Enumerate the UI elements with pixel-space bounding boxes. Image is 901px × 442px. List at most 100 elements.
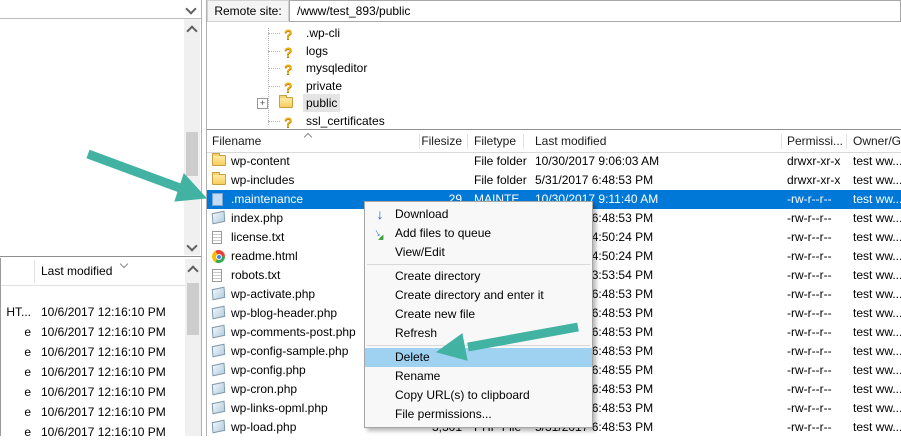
menu-item-file-permissions[interactable]: File permissions... <box>365 405 592 424</box>
permissions-cell: -rw-r--r-- <box>787 342 851 361</box>
permissions-cell: -rw-r--r-- <box>787 228 851 247</box>
menu-item-create-directory[interactable]: Create directory <box>365 267 592 286</box>
column-header-filesize[interactable]: Filesize <box>413 131 462 152</box>
column-divider[interactable] <box>781 134 782 149</box>
file-icon-cell <box>212 193 229 207</box>
menu-item-view-edit[interactable]: View/Edit <box>365 243 592 262</box>
menu-item-label: View/Edit <box>395 243 592 262</box>
tree-item-label[interactable]: logs <box>303 42 331 60</box>
permissions-cell: -rw-r--r-- <box>787 399 851 418</box>
tree-item--wp-cli[interactable]: ?.wp-cli <box>207 24 901 42</box>
local-file-list-pane: Last modified HT... 10/6/2017 12:16:10 PM… <box>0 258 202 436</box>
file-list-header: Filename Filesize Filetype Last modified… <box>207 131 901 153</box>
question-folder-icon: ? <box>284 60 293 78</box>
owner-cell: test ww... <box>853 266 901 285</box>
tree-item-label[interactable]: public <box>303 94 340 112</box>
chevron-up-icon <box>187 265 198 276</box>
column-header-owner-group[interactable]: Owner/G... <box>853 131 901 152</box>
menu-item-add-files-to-queue[interactable]: Add files to queue <box>365 224 592 243</box>
menu-item-download[interactable]: Download <box>365 205 592 224</box>
local-file-row[interactable]: e10/6/2017 12:16:10 PM <box>1 383 171 402</box>
menu-item-refresh[interactable]: Refresh <box>365 324 592 343</box>
file-row-wp-includes[interactable]: wp-includesFile folder5/31/2017 6:48:53 … <box>207 171 901 190</box>
local-file-row[interactable]: e10/6/2017 12:16:10 PM <box>1 403 171 422</box>
last-modified-cell: 10/6/2017 12:16:10 PM <box>41 383 166 402</box>
column-divider[interactable] <box>523 134 524 149</box>
remote-site-path-input[interactable]: /www/test_893/public <box>289 0 901 22</box>
download-icon <box>365 205 395 225</box>
scroll-down-button[interactable] <box>184 239 200 255</box>
scroll-up-button[interactable] <box>184 21 200 37</box>
column-header-last-modified[interactable]: Last modified <box>535 131 606 152</box>
file-icon-cell <box>212 212 229 226</box>
folder-icon <box>212 155 226 166</box>
menu-item-label: Refresh <box>395 324 592 343</box>
tree-item-label[interactable]: mysqleditor <box>303 59 370 77</box>
file-icon-cell <box>212 174 229 188</box>
file-icon-cell <box>212 421 229 435</box>
owner-cell: test ww... <box>853 247 901 266</box>
local-file-row[interactable]: e10/6/2017 12:16:10 PM <box>1 323 171 342</box>
scrollbar-thumb[interactable] <box>187 283 199 335</box>
scroll-up-button[interactable] <box>185 261 201 277</box>
chevron-down-icon <box>186 240 197 251</box>
local-site-combo[interactable] <box>0 0 201 19</box>
filetype-fragment-cell: HT... <box>1 303 31 322</box>
tree-item-label[interactable]: ssl_certificates <box>303 112 388 129</box>
tree-item-private[interactable]: ?private <box>207 77 901 95</box>
local-list-header[interactable]: Last modified <box>1 258 202 286</box>
local-file-row[interactable]: HT... 10/6/2017 12:16:10 PM <box>1 303 171 322</box>
permissions-cell: -rw-r--r-- <box>787 304 851 323</box>
local-file-row[interactable]: e10/6/2017 12:16:10 PM <box>1 343 171 362</box>
file-icon-cell <box>212 250 229 264</box>
local-tree-pane <box>0 19 201 255</box>
last-modified-cell: 10/6/2017 12:16:10 PM <box>41 423 166 442</box>
menu-item-label: Create directory <box>395 267 592 286</box>
menu-item-create-new-file[interactable]: Create new file <box>365 305 592 324</box>
chevron-up-icon <box>186 25 197 36</box>
tree-connector-stub <box>268 51 280 52</box>
last-modified-cell: 10/6/2017 12:16:10 PM <box>41 303 166 322</box>
tree-item-public[interactable]: + public <box>207 94 901 112</box>
owner-cell: test ww... <box>853 399 901 418</box>
permissions-cell: -rw-r--r-- <box>787 209 851 228</box>
local-last-modified-header[interactable]: Last modified <box>41 258 112 285</box>
filesize-cell <box>413 171 462 190</box>
php-file-icon <box>212 401 225 415</box>
last-modified-cell: 10/6/2017 12:16:10 PM <box>41 403 166 422</box>
menu-item-copy-url-s-to-clipboard[interactable]: Copy URL(s) to clipboard <box>365 386 592 405</box>
tree-item-label[interactable]: .wp-cli <box>303 24 343 42</box>
tree-expander-plus-icon[interactable]: + <box>257 98 268 109</box>
filetype-fragment-cell: e <box>1 323 31 342</box>
tree-item-logs[interactable]: ?logs <box>207 42 901 60</box>
column-divider[interactable] <box>846 134 847 149</box>
php-file-icon <box>212 363 225 377</box>
menu-item-label: Copy URL(s) to clipboard <box>395 386 592 405</box>
scrollbar-thumb[interactable] <box>186 132 198 176</box>
column-divider[interactable] <box>34 260 35 283</box>
local-file-row[interactable]: e10/6/2017 12:16:10 PM <box>1 363 171 382</box>
local-pane-scrollbar[interactable] <box>184 19 200 255</box>
tree-item-ssl-certificates[interactable]: ?ssl_certificates <box>207 112 901 129</box>
column-header-permissions[interactable]: Permissi... <box>787 131 843 152</box>
last-modified-cell: 10/6/2017 12:16:10 PM <box>41 363 166 382</box>
file-icon <box>212 193 223 206</box>
pane-splitter[interactable] <box>201 0 202 436</box>
text-file-icon <box>212 231 222 244</box>
tree-item-mysqleditor[interactable]: ? mysqleditor <box>207 59 901 77</box>
local-file-row[interactable]: e10/6/2017 12:16:10 PM <box>1 423 171 442</box>
chevron-down-icon[interactable] <box>185 3 196 14</box>
menu-item-rename[interactable]: Rename <box>365 367 592 386</box>
column-divider[interactable] <box>419 134 420 149</box>
menu-item-create-directory-and-enter-it[interactable]: Create directory and enter it <box>365 286 592 305</box>
column-header-filename[interactable]: Filename <box>212 131 261 152</box>
filename-cell: wp-content <box>231 152 411 171</box>
permissions-cell: -rw-r--r-- <box>787 418 851 437</box>
menu-item-delete[interactable]: Delete <box>365 348 592 367</box>
column-header-filetype[interactable]: Filetype <box>474 131 516 152</box>
column-divider[interactable] <box>467 134 468 149</box>
local-lower-scrollbar[interactable] <box>185 259 201 436</box>
tree-item-label[interactable]: private <box>303 77 345 95</box>
file-row-wp-content[interactable]: wp-contentFile folder10/30/2017 9:06:03 … <box>207 152 901 171</box>
permissions-cell: -rw-r--r-- <box>787 190 851 209</box>
